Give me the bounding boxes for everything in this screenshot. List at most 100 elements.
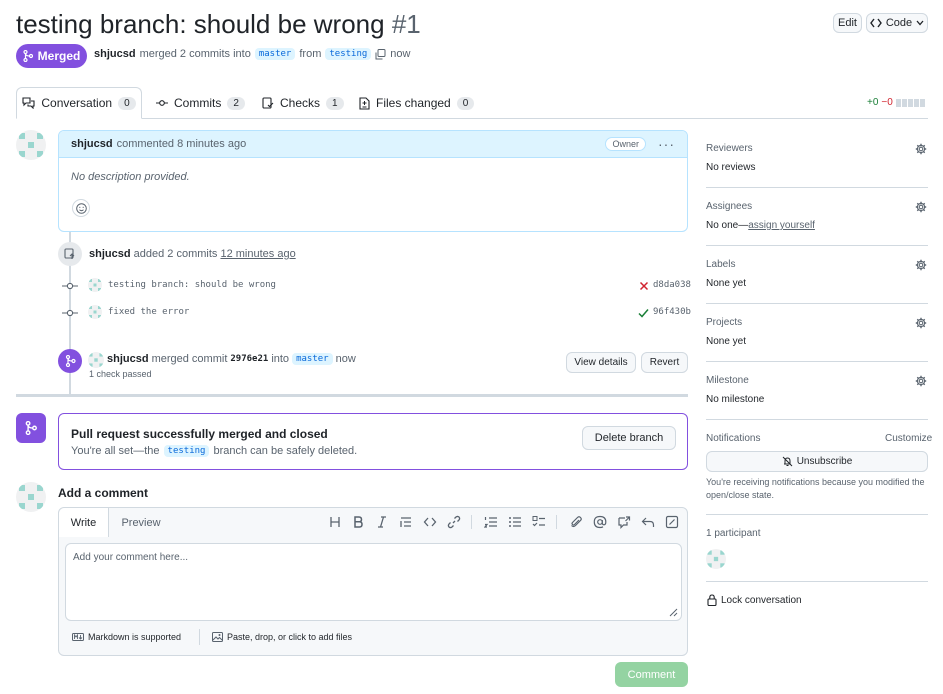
mention-icon[interactable] [593,515,607,529]
pr-author-link[interactable]: shjucsd [94,48,136,60]
merged-box-title: Pull request successfully merged and clo… [71,427,328,441]
tab-write-label: Write [70,516,97,529]
status-badge: Merged [16,44,87,68]
resize-handle-icon[interactable] [669,608,678,617]
sidebar-divider [706,419,928,420]
gear-icon[interactable] [915,201,927,213]
code-icon[interactable] [423,515,437,529]
link-icon[interactable] [447,515,461,529]
gear-icon[interactable] [915,317,927,329]
assignees-label[interactable]: Assignees [706,201,752,212]
unsubscribe-button[interactable]: Unsubscribe [706,451,928,472]
avatar[interactable] [88,278,102,292]
quote-icon[interactable] [399,515,413,529]
tab-checks[interactable]: Checks 1 [262,87,344,119]
labels-label[interactable]: Labels [706,259,735,270]
comment-action: commented 8 minutes ago [116,138,247,150]
pr-title-text: testing branch: should be wrong [16,9,385,39]
commit-sha-link[interactable]: 96f430b [653,307,691,317]
tab-commits[interactable]: Commits 2 [156,87,245,119]
unordered-list-icon[interactable] [508,515,522,529]
gear-icon[interactable] [915,375,927,387]
commit-message-link[interactable]: fixed the error [108,307,189,317]
avatar[interactable] [706,549,726,569]
commits-event-time[interactable]: 12 minutes ago [220,248,295,260]
commit-message-link[interactable]: testing branch: should be wrong [108,280,276,290]
tab-preview[interactable]: Preview [119,508,163,537]
code-button-label: Code [885,17,913,29]
notifications-label: Notifications [706,433,761,444]
delete-branch-button[interactable]: Delete branch [582,426,676,450]
assignees-value: No one—assign yourself [706,220,815,231]
ordered-list-icon[interactable] [484,515,498,529]
sidebar-divider [706,245,928,246]
gear-icon[interactable] [915,259,927,271]
timeline-divider [16,394,688,397]
tab-write[interactable]: Write [59,508,109,537]
avatar[interactable] [88,352,104,368]
view-details-button[interactable]: View details [566,352,636,373]
italic-icon[interactable] [375,515,389,529]
merge-event-into: into [271,353,290,365]
comment-header: shjucsd commented 8 minutes ago Owner ··… [59,131,687,158]
head-branch[interactable]: testing [325,48,372,60]
markdown-icon [72,633,84,641]
from-text: from [299,48,322,60]
commit-row: testing branch: should be wrong d8da038 [62,278,691,294]
avatar[interactable] [88,305,102,319]
submit-comment-button[interactable]: Comment [615,662,688,687]
copy-icon[interactable] [375,48,386,60]
merge-event-author[interactable]: shjucsd [107,353,149,365]
revert-button[interactable]: Revert [641,352,688,373]
kebab-menu-icon[interactable]: ··· [658,136,675,152]
attach-files-label: Paste, drop, or click to add files [227,632,353,642]
reaction-button[interactable] [72,199,90,217]
paperclip-icon[interactable] [569,515,583,529]
avatar[interactable] [16,130,46,160]
milestone-label[interactable]: Milestone [706,375,749,386]
checks-status[interactable]: 1 check passed [89,369,152,379]
base-branch[interactable]: master [254,48,296,60]
tab-files-changed[interactable]: Files changed 0 [359,87,475,119]
tab-checks-count: 1 [326,96,344,110]
sidebar-divider [706,514,928,515]
assign-yourself-link[interactable]: assign yourself [748,220,815,231]
merge-commit-sha[interactable]: 2976e21 [230,354,268,364]
bold-icon[interactable] [351,515,365,529]
attach-files[interactable]: Paste, drop, or click to add files [212,632,352,642]
commits-event-author[interactable]: shjucsd [89,248,131,260]
pr-number: #1 [391,9,421,39]
customize-link[interactable]: Customize [885,433,932,444]
smiley-icon [75,202,87,214]
x-icon[interactable] [639,281,649,291]
reply-icon[interactable] [641,515,655,529]
image-icon [212,632,223,642]
milestone-value: No milestone [706,394,765,405]
merge-event-branch[interactable]: master [292,353,333,365]
view-details-label: View details [574,357,628,368]
merged-box-branch[interactable]: testing [163,445,210,457]
tab-conversation[interactable]: Conversation 0 [16,87,142,119]
diffstat: +0 −0 [867,97,925,108]
edit-button[interactable]: Edit [833,13,862,33]
checklist-icon [262,97,274,109]
submit-comment-label: Comment [627,668,676,681]
heading-icon[interactable] [328,515,342,529]
lock-conversation-link[interactable]: Lock conversation [707,594,802,606]
task-list-icon[interactable] [532,515,546,529]
projects-label[interactable]: Projects [706,317,742,328]
code-button[interactable]: Code [866,13,928,33]
comment-author[interactable]: shjucsd [71,138,113,150]
markdown-note[interactable]: Markdown is supported [72,632,181,642]
diffstat-added: +0 [867,97,879,108]
cross-reference-icon[interactable] [617,515,631,529]
avatar[interactable] [16,482,46,512]
sidebar-divider [706,187,928,188]
check-icon[interactable] [638,308,649,318]
gear-icon[interactable] [915,143,927,155]
commit-sha-link[interactable]: d8da038 [653,280,691,290]
reviewers-label[interactable]: Reviewers [706,143,753,154]
sidebar-divider [706,361,928,362]
comment-textarea[interactable]: Add your comment here... [65,543,682,621]
edit-square-icon[interactable] [665,515,679,529]
